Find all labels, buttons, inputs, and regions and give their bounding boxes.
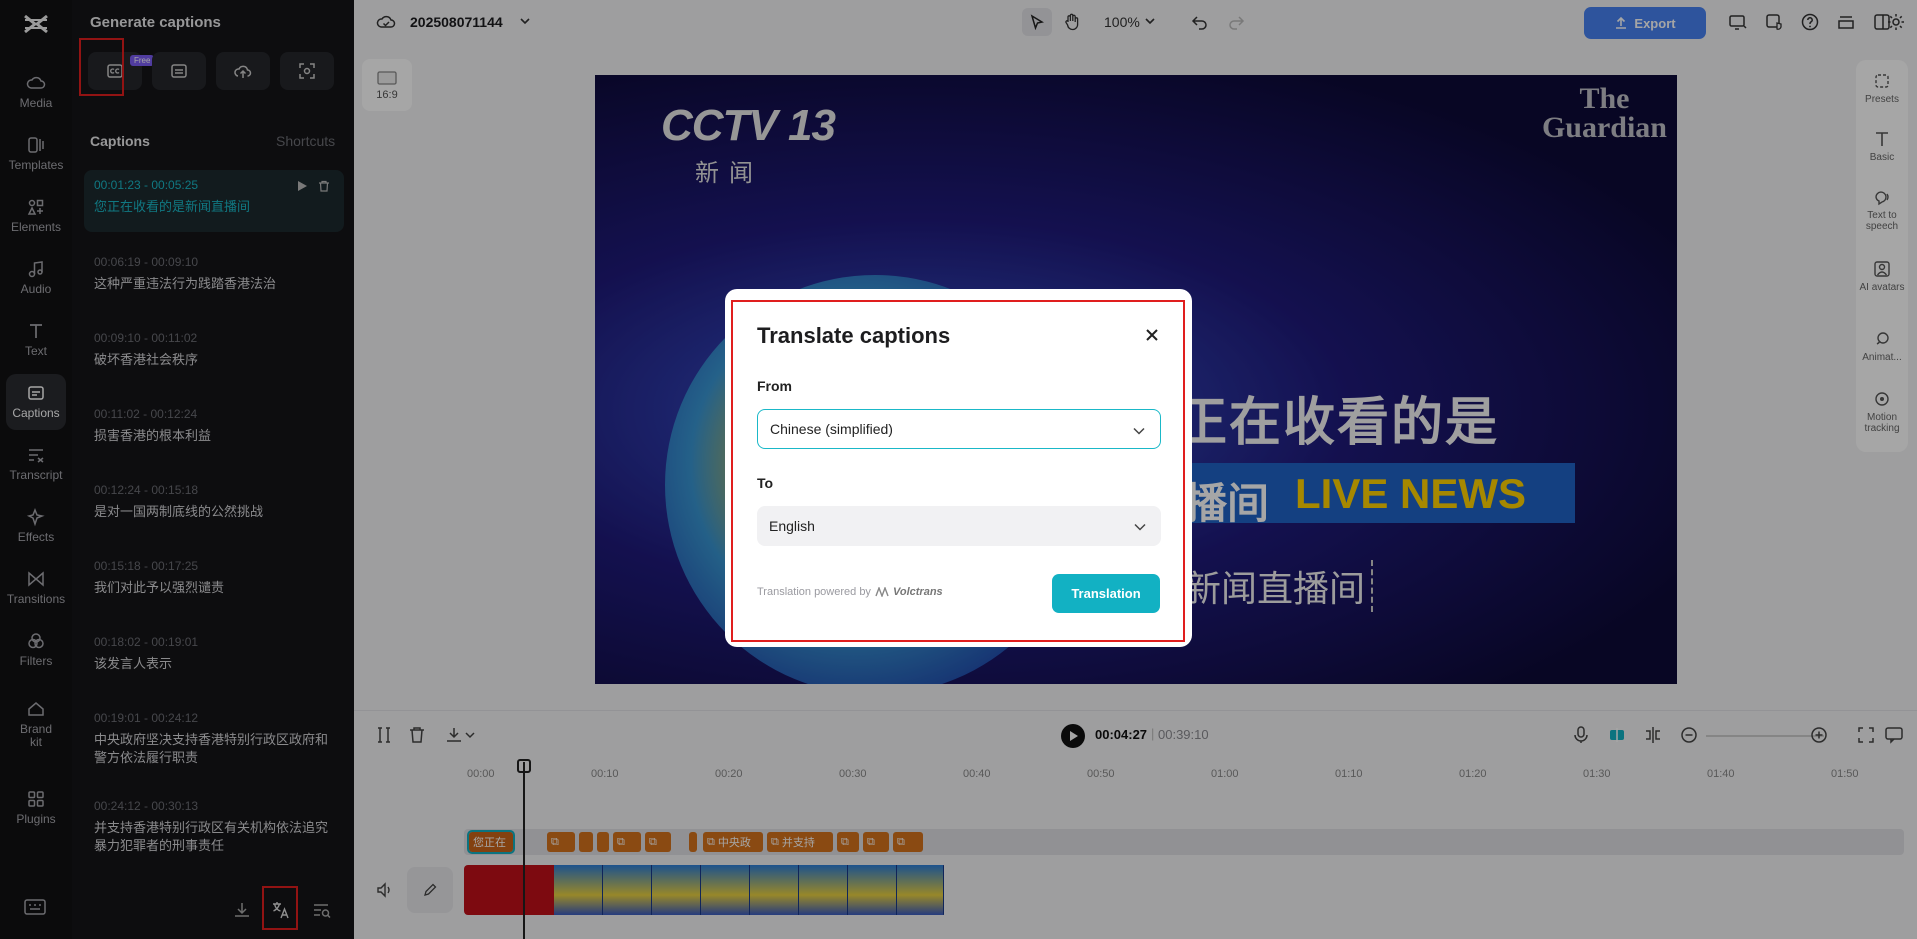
volctrans-logo-icon bbox=[875, 587, 889, 597]
powered-by-text: Translation powered by bbox=[757, 586, 871, 598]
translation-attribution: Translation powered by Volctrans bbox=[757, 586, 943, 598]
from-language-select[interactable]: Chinese (simplified) bbox=[757, 409, 1161, 449]
to-language-select[interactable]: English bbox=[757, 506, 1161, 546]
to-language-value: English bbox=[769, 518, 815, 534]
translation-button[interactable]: Translation bbox=[1052, 574, 1160, 613]
dialog-title: Translate captions bbox=[757, 323, 950, 349]
translate-captions-dialog: Translate captions From Chinese (simplif… bbox=[725, 289, 1192, 647]
from-label: From bbox=[757, 378, 792, 394]
chevron-down-icon bbox=[1133, 520, 1147, 534]
provider-name: Volctrans bbox=[893, 586, 943, 598]
close-icon[interactable] bbox=[1144, 327, 1160, 343]
from-language-value: Chinese (simplified) bbox=[770, 421, 893, 437]
chevron-down-icon bbox=[1132, 424, 1146, 438]
to-label: To bbox=[757, 475, 773, 491]
